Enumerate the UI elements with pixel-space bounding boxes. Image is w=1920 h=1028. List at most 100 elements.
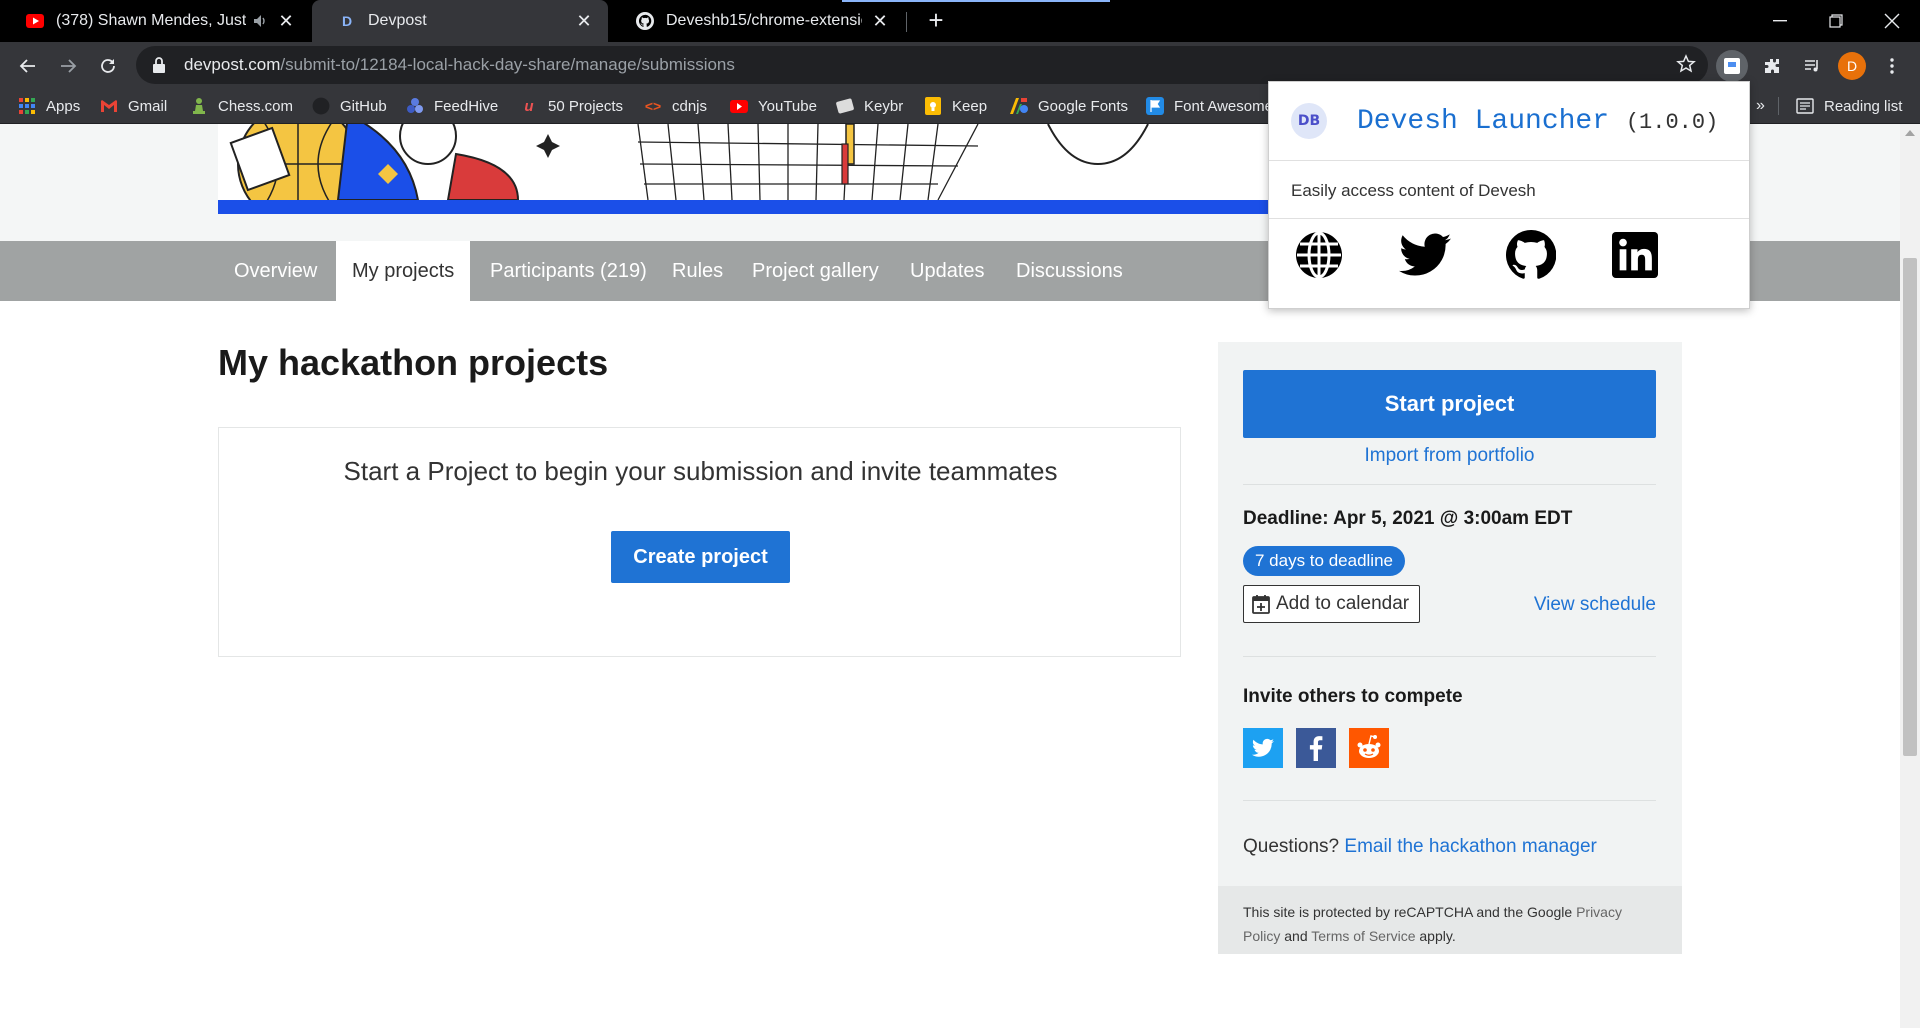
extension-name: Devesh Launcher (1.0.0) (1357, 106, 1718, 137)
subnav-rules[interactable]: Rules (656, 241, 739, 301)
url-path: /submit-to/12184-local-hack-day-share/ma… (280, 55, 735, 74)
scroll-thumb[interactable] (1903, 258, 1917, 756)
devpost-icon: D (341, 13, 353, 29)
youtube-icon (730, 97, 748, 115)
url-host: devpost.com (184, 55, 281, 74)
reading-list-button[interactable]: Reading list (1796, 88, 1902, 124)
recaptcha-notice: This site is protected by reCAPTCHA and … (1218, 886, 1682, 954)
minimize-button[interactable] (1752, 0, 1808, 42)
bookmark-font-awesome[interactable]: Font Awesome (1146, 88, 1273, 124)
bookmark-gmail[interactable]: Gmail (100, 88, 167, 124)
github-icon (636, 12, 654, 30)
extension-title: Devesh Launcher (1357, 106, 1610, 137)
page-scrollbar[interactable] (1900, 124, 1920, 1028)
recaptcha-suffix: apply. (1419, 928, 1456, 944)
import-from-portfolio-link[interactable]: Import from portfolio (1243, 445, 1656, 467)
bookmark-label: Keybr (864, 97, 904, 115)
bookmark-label: cdnjs (672, 97, 708, 115)
github-icon (312, 97, 330, 115)
tab-devpost[interactable]: D Devpost ✕ (312, 0, 608, 42)
twitter-link[interactable] (1399, 229, 1451, 281)
speaker-icon[interactable] (252, 13, 268, 29)
bookmark-keybr[interactable]: Keybr (836, 88, 903, 124)
tab-github[interactable]: Deveshb15/chrome-extension1 ✕ (610, 0, 904, 42)
chess-pawn-icon (190, 97, 208, 115)
close-window-button[interactable] (1864, 0, 1920, 42)
subnav-overview[interactable]: Overview (218, 241, 333, 301)
bookmark-50-projects[interactable]: u 50 Projects (520, 88, 623, 124)
deadline-text: Deadline: Apr 5, 2021 @ 3:00am EDT (1243, 508, 1573, 529)
days-to-deadline-badge: 7 days to deadline (1243, 546, 1405, 576)
new-tab-button[interactable]: + (922, 6, 950, 34)
bookmark-star-icon[interactable] (1676, 54, 1696, 79)
terms-of-service-link[interactable]: Terms of Service (1311, 928, 1415, 944)
extensions-puzzle-icon[interactable] (1756, 50, 1788, 82)
bookmark-keep[interactable]: Keep (924, 88, 987, 124)
subnav-discussions[interactable]: Discussions (1000, 241, 1139, 301)
chrome-menu-icon[interactable] (1876, 50, 1908, 82)
bookmark-label: Google Fonts (1038, 97, 1129, 115)
website-link[interactable] (1293, 229, 1345, 281)
tab-title: Deveshb15/chrome-extension1 (666, 12, 862, 29)
subnav-project-gallery[interactable]: Project gallery (736, 241, 895, 301)
create-project-button[interactable]: Create project (611, 531, 790, 583)
restore-button[interactable] (1808, 0, 1864, 42)
feedhive-icon (406, 97, 424, 115)
email-manager-link[interactable]: Email the hackathon manager (1344, 836, 1596, 857)
submission-sidebar: Start project Import from portfolio Dead… (1218, 342, 1682, 954)
globe-icon (1296, 231, 1342, 279)
media-queue-icon[interactable] (1796, 50, 1828, 82)
bookmark-google-fonts[interactable]: Google Fonts (1010, 88, 1128, 124)
bookmark-label: Keep (952, 97, 988, 115)
subnav-my-projects[interactable]: My projects (336, 241, 471, 301)
subnav-participants[interactable]: Participants (219) (474, 241, 663, 301)
lock-icon[interactable] (152, 57, 172, 73)
bookmark-youtube[interactable]: YouTube (730, 88, 817, 124)
bookmark-label: 50 Projects (548, 97, 624, 115)
bookmark-github[interactable]: GitHub (312, 88, 387, 124)
tab-separator (906, 12, 907, 32)
bookmark-label: Chess.com (218, 97, 294, 115)
scroll-up-arrow-icon[interactable] (1905, 130, 1915, 136)
reload-button[interactable] (92, 50, 124, 82)
udemy-icon: u (524, 97, 534, 115)
bookmark-cdnjs[interactable]: <> cdnjs (644, 88, 707, 124)
divider (1243, 656, 1656, 657)
bookmark-apps[interactable]: Apps (18, 88, 80, 124)
bookmark-label: Font Awesome (1174, 97, 1273, 115)
bookmark-label: Gmail (128, 97, 168, 115)
share-facebook-button[interactable] (1296, 728, 1336, 768)
close-tab-icon[interactable]: ✕ (276, 11, 296, 31)
address-bar[interactable]: devpost.com/submit-to/12184-local-hack-d… (136, 46, 1708, 84)
linkedin-link[interactable] (1609, 229, 1661, 281)
share-twitter-button[interactable] (1243, 728, 1283, 768)
profile-avatar[interactable]: D (1838, 52, 1866, 80)
github-icon (1506, 230, 1556, 279)
gmail-icon (100, 97, 118, 115)
recaptcha-and: and (1284, 928, 1308, 944)
extension-logo: DB (1291, 103, 1327, 139)
extension-version: (1.0.0) (1625, 110, 1719, 135)
devesh-launcher-extension-button[interactable] (1716, 50, 1748, 82)
close-tab-icon[interactable]: ✕ (574, 11, 594, 31)
github-link[interactable] (1505, 229, 1557, 281)
bookmark-chess[interactable]: Chess.com (190, 88, 293, 124)
popup-header: DB Devesh Launcher (1.0.0) (1269, 82, 1749, 161)
linkedin-icon (1612, 232, 1658, 278)
keyboard-icon (836, 97, 854, 115)
tab-youtube[interactable]: (378) Shawn Mendes, Justin B ✕ (0, 0, 310, 42)
back-button[interactable] (12, 50, 44, 82)
font-awesome-flag-icon (1146, 97, 1164, 115)
close-tab-icon[interactable]: ✕ (870, 11, 890, 31)
add-to-calendar-button[interactable]: Add to calendar (1243, 585, 1421, 623)
code-brackets-icon: <> (644, 98, 662, 114)
subnav-updates[interactable]: Updates (894, 241, 1001, 301)
browser-tab-strip: (378) Shawn Mendes, Justin B ✕ D Devpost… (0, 0, 1920, 42)
tab-title: (378) Shawn Mendes, Justin B (56, 12, 246, 29)
bookmark-feedhive[interactable]: FeedHive (406, 88, 498, 124)
share-reddit-button[interactable] (1349, 728, 1389, 768)
bookmarks-overflow-button[interactable]: » (1756, 88, 1765, 124)
view-schedule-link[interactable]: View schedule (1534, 594, 1656, 616)
forward-button[interactable] (52, 50, 84, 82)
start-project-button[interactable]: Start project (1243, 370, 1656, 438)
